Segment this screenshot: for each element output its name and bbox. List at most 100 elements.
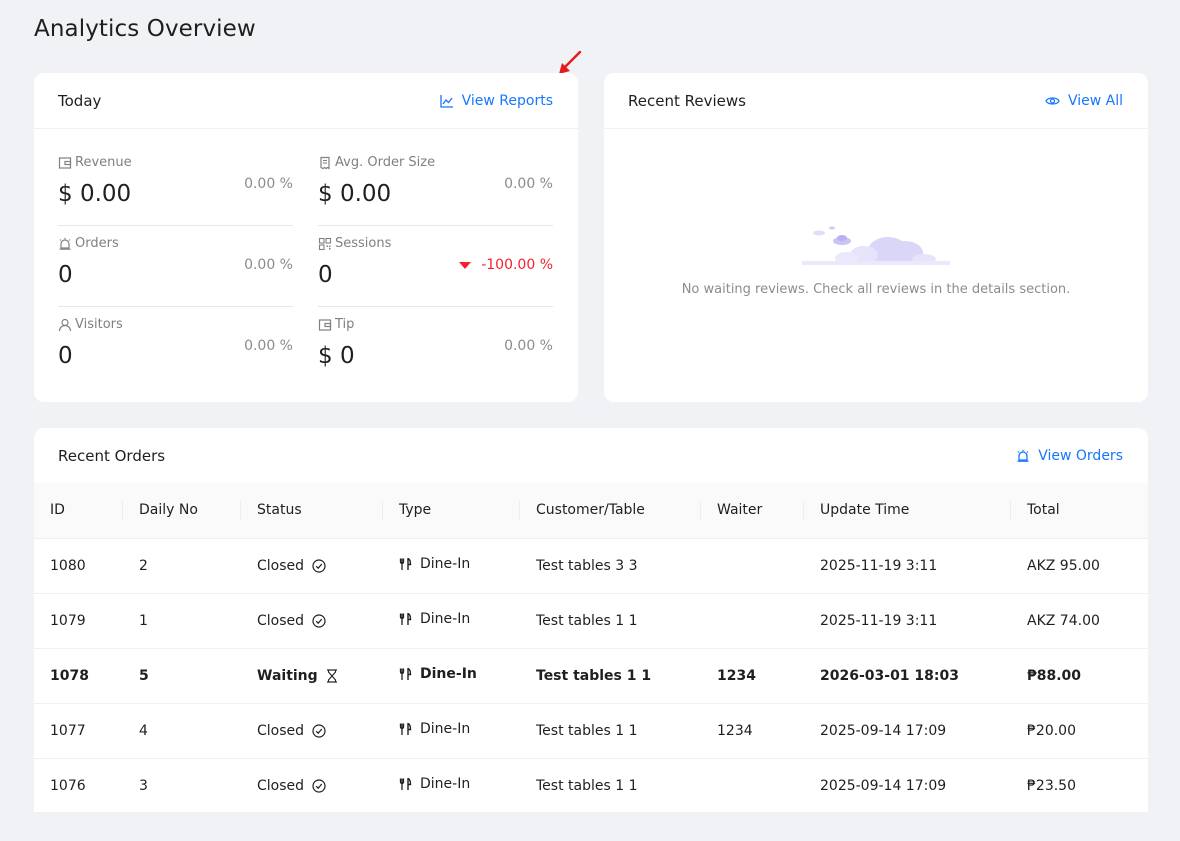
column-header-type[interactable]: Type (383, 483, 520, 539)
recent-reviews-card: Recent Reviews View All No waiting revie… (604, 73, 1148, 402)
cell-waiter: 1234 (701, 648, 804, 704)
stat-revenue-change: 0.00 % (244, 176, 293, 192)
view-all-label: View All (1067, 92, 1123, 109)
hourglass-icon (326, 668, 337, 683)
order-type: Dine-In (399, 666, 477, 682)
eye-icon (1045, 96, 1060, 105)
qrcode-icon (318, 237, 332, 250)
view-orders-link[interactable]: View Orders (1016, 448, 1123, 464)
stat-sessions-change: -100.00 % (481, 257, 553, 273)
wallet-icon (318, 318, 332, 331)
recent-orders-card: Recent Orders View Orders ID Daily No St… (34, 428, 1148, 814)
cell-id: 1079 (34, 593, 123, 649)
cell-total: AKZ 74.00 (1011, 593, 1148, 649)
line-chart-icon (439, 94, 453, 108)
cell-update-time: 2025-09-14 17:09 (804, 703, 1011, 759)
wallet-icon (58, 156, 72, 169)
cell-status: Closed (241, 703, 383, 759)
column-header-customer-table[interactable]: Customer/Table (520, 483, 701, 539)
stat-revenue-value: $ 0.00 (58, 181, 132, 207)
table-row[interactable]: 1076 3 Closed Dine-In Test tables 1 1 2025-09… (34, 758, 1148, 814)
cell-id: 1080 (34, 538, 123, 594)
stat-tip-label-row: Tip (318, 317, 354, 332)
cell-customer-table: Test tables 3 3 (520, 538, 701, 594)
cell-total: ₱20.00 (1011, 703, 1148, 759)
stat-orders: Orders 0 0.00 % (58, 226, 293, 307)
view-all-link[interactable]: View All (1045, 93, 1123, 109)
cell-update-time: 2025-11-19 3:11 (804, 593, 1011, 649)
order-type-label: Dine-In (420, 556, 471, 573)
cell-total: ₱23.50 (1011, 758, 1148, 814)
cell-total: AKZ 95.00 (1011, 538, 1148, 594)
stat-sessions-value: 0 (318, 262, 333, 288)
stat-sessions: Sessions 0 -100.00 % (318, 226, 553, 307)
stat-visitors-change: 0.00 % (244, 338, 293, 354)
status-label: Closed (257, 557, 305, 574)
order-type-label: Dine-In (420, 721, 471, 738)
cell-customer-table: Test tables 1 1 (520, 703, 701, 759)
cell-status: Closed (241, 538, 383, 594)
column-header-total[interactable]: Total (1011, 483, 1148, 539)
cell-status: Waiting (241, 648, 383, 704)
stat-orders-label-row: Orders (58, 236, 119, 251)
column-header-id[interactable]: ID (34, 483, 123, 539)
order-type-label: Dine-In (420, 611, 471, 628)
stat-visitors-value: 0 (58, 343, 73, 369)
status-label: Closed (257, 777, 305, 794)
view-orders-label: View Orders (1038, 447, 1123, 464)
status-badge: Closed (257, 613, 326, 629)
table-row[interactable]: 1077 4 Closed Dine-In Test tables 1 1 1234 202… (34, 703, 1148, 759)
empty-reviews-text: No waiting reviews. Check all reviews in… (681, 282, 1071, 297)
status-badge: Waiting (257, 668, 338, 684)
today-card-title: Today (58, 91, 102, 110)
cell-customer-table: Test tables 1 1 (520, 758, 701, 814)
reviews-card-header: Recent Reviews View All (604, 73, 1148, 129)
stat-avg-order-size-label: Avg. Order Size (335, 155, 436, 170)
stat-tip-value: $ 0 (318, 343, 355, 369)
column-header-update-time[interactable]: Update Time (804, 483, 1011, 539)
status-badge: Closed (257, 723, 326, 739)
caret-down-icon (459, 261, 472, 269)
order-type-label: Dine-In (420, 666, 477, 683)
stat-revenue: Revenue $ 0.00 0.00 % (58, 145, 293, 226)
stat-sessions-change-row: -100.00 % (459, 257, 553, 273)
cell-status: Closed (241, 593, 383, 649)
stat-visitors-label-row: Visitors (58, 317, 123, 332)
page-title: Analytics Overview (34, 16, 256, 42)
bell-icon (59, 237, 71, 250)
column-header-daily-no[interactable]: Daily No (123, 483, 241, 539)
column-header-waiter[interactable]: Waiter (701, 483, 804, 539)
today-card: Today View Reports Revenue $ 0.00 0.00 %… (34, 73, 578, 402)
order-type: Dine-In (399, 776, 470, 792)
cell-total: ₱88.00 (1011, 648, 1148, 704)
receipt-icon (320, 156, 330, 170)
fork-knife-icon (399, 612, 412, 625)
cell-type: Dine-In (383, 648, 520, 704)
stat-avg-order-size-change: 0.00 % (504, 176, 553, 192)
cell-waiter (701, 538, 804, 594)
table-row[interactable]: 1078 5 Waiting Dine-In Test tables 1 1 1234 20… (34, 648, 1148, 704)
cell-daily-no: 2 (123, 538, 241, 594)
status-badge: Closed (257, 778, 326, 794)
stat-tip-change: 0.00 % (504, 338, 553, 354)
bell-icon (1017, 449, 1029, 462)
fork-knife-icon (399, 557, 412, 570)
order-type-label: Dine-In (420, 776, 471, 793)
stat-revenue-label: Revenue (75, 155, 132, 170)
stat-tip-label: Tip (335, 317, 355, 332)
cell-waiter (701, 758, 804, 814)
check-circle-icon (312, 558, 326, 573)
cell-daily-no: 1 (123, 593, 241, 649)
table-row[interactable]: 1080 2 Closed Dine-In Test tables 3 3 2025-11… (34, 538, 1148, 594)
cell-type: Dine-In (383, 538, 520, 594)
cell-status: Closed (241, 758, 383, 814)
stat-avg-order-size-value: $ 0.00 (318, 181, 392, 207)
view-reports-link[interactable]: View Reports (439, 93, 553, 109)
order-type: Dine-In (399, 721, 470, 737)
cell-customer-table: Test tables 1 1 (520, 593, 701, 649)
table-row[interactable]: 1079 1 Closed Dine-In Test tables 1 1 2025-11… (34, 593, 1148, 649)
status-label: Closed (257, 722, 305, 739)
cell-daily-no: 4 (123, 703, 241, 759)
column-header-status[interactable]: Status (241, 483, 383, 539)
cell-daily-no: 5 (123, 648, 241, 704)
